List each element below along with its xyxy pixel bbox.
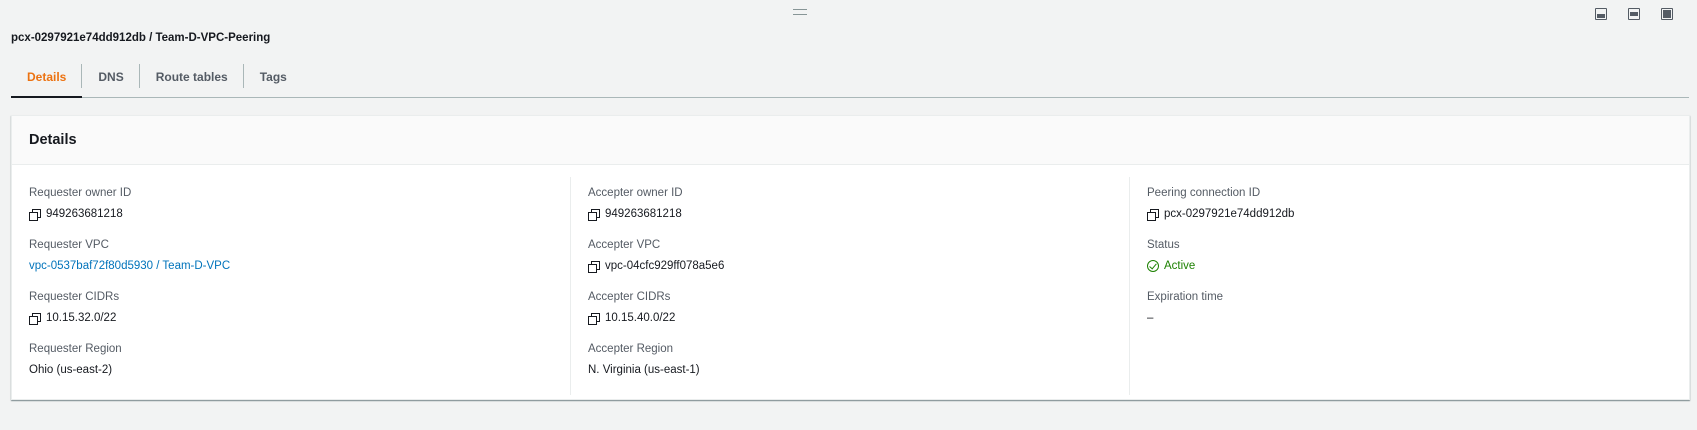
details-card: Details Requester owner ID 949263681218 … — [11, 115, 1690, 400]
field-label: Accepter owner ID — [588, 187, 683, 199]
details-columns: Requester owner ID 949263681218 Requeste… — [12, 165, 1689, 395]
copy-icon[interactable] — [29, 312, 41, 325]
field-label: Requester Region — [29, 343, 122, 355]
field-value: vpc-04cfc929ff078a5e6 — [588, 256, 1112, 276]
requester-region-value: Ohio (us-east-2) — [29, 364, 113, 376]
accepter-region-value: N. Virginia (us-east-1) — [588, 364, 700, 376]
status-value: Active — [1164, 260, 1196, 272]
field-label: Requester CIDRs — [29, 291, 120, 303]
copy-icon[interactable] — [588, 260, 600, 273]
page-title: pcx-0297921e74dd912db / Team-D-VPC-Peeri… — [11, 32, 271, 44]
accepter-vpc-field: Accepter VPC vpc-04cfc929ff078a5e6 — [588, 237, 1112, 274]
tab-dns[interactable]: DNS — [82, 57, 140, 97]
requester-owner-id-field: Requester owner ID 949263681218 — [29, 185, 553, 222]
tab-list: Details DNS Route tables Tags — [11, 57, 1689, 98]
tab-label: Route tables — [155, 70, 228, 84]
field-label: Accepter VPC — [588, 239, 661, 251]
field-label: Accepter CIDRs — [588, 291, 671, 303]
expiration-time-field: Expiration time – — [1147, 289, 1672, 326]
accepter-owner-id-field: Accepter owner ID 949263681218 — [588, 185, 1112, 222]
resize-handle[interactable] — [793, 9, 807, 15]
field-label: Peering connection ID — [1147, 187, 1261, 199]
field-value: 10.15.40.0/22 — [588, 308, 1112, 328]
field-value: 949263681218 — [588, 204, 1112, 224]
status-badge: Active — [1147, 256, 1672, 276]
requester-vpc-field: Requester VPC vpc-0537baf72f80d5930 / Te… — [29, 237, 553, 274]
accepter-region-field: Accepter Region N. Virginia (us-east-1) — [588, 341, 1112, 378]
requester-vpc-link[interactable]: vpc-0537baf72f80d5930 / Team-D-VPC — [29, 256, 553, 276]
tab-details[interactable]: Details — [11, 57, 83, 98]
tab-route-tables[interactable]: Route tables — [140, 57, 244, 97]
accepter-vpc-value: vpc-04cfc929ff078a5e6 — [605, 260, 725, 272]
field-value: 10.15.32.0/22 — [29, 308, 553, 328]
requester-cidrs-field: Requester CIDRs 10.15.32.0/22 — [29, 289, 553, 326]
tab-tags[interactable]: Tags — [244, 57, 303, 97]
expiration-time-value: – — [1147, 312, 1154, 324]
connection-column: Peering connection ID pcx-0297921e74dd91… — [1130, 177, 1689, 395]
field-value: pcx-0297921e74dd912db — [1147, 204, 1672, 224]
card-header: Details — [12, 116, 1689, 165]
peering-connection-id-value: pcx-0297921e74dd912db — [1164, 208, 1295, 220]
field-label: Requester owner ID — [29, 187, 132, 199]
copy-icon[interactable] — [588, 208, 600, 221]
panel-bottom-icon[interactable] — [1595, 8, 1607, 20]
tab-label: DNS — [98, 70, 124, 84]
panel-full-icon[interactable] — [1661, 8, 1673, 20]
accepter-cidrs-value: 10.15.40.0/22 — [605, 312, 676, 324]
copy-icon[interactable] — [29, 208, 41, 221]
requester-column: Requester owner ID 949263681218 Requeste… — [12, 177, 571, 395]
check-circle-icon — [1147, 260, 1159, 272]
accepter-cidrs-field: Accepter CIDRs 10.15.40.0/22 — [588, 289, 1112, 326]
status-field: Status Active — [1147, 237, 1672, 274]
requester-region-field: Requester Region Ohio (us-east-2) — [29, 341, 553, 378]
tab-label: Tags — [259, 70, 287, 84]
copy-icon[interactable] — [588, 312, 600, 325]
field-value: 949263681218 — [29, 204, 553, 224]
accepter-column: Accepter owner ID 949263681218 Accepter … — [571, 177, 1130, 395]
requester-cidrs-value: 10.15.32.0/22 — [46, 312, 117, 324]
field-label: Accepter Region — [588, 343, 674, 355]
requester-owner-id-value: 949263681218 — [46, 208, 123, 220]
panel-layout-controls — [1595, 8, 1673, 20]
accepter-owner-id-value: 949263681218 — [605, 208, 682, 220]
field-label: Expiration time — [1147, 291, 1224, 303]
field-label: Requester VPC — [29, 239, 109, 251]
tab-label: Details — [27, 70, 67, 84]
copy-icon[interactable] — [1147, 208, 1159, 221]
panel-side-icon[interactable] — [1628, 8, 1640, 20]
card-title: Details — [29, 132, 77, 148]
field-label: Status — [1147, 239, 1180, 251]
peering-connection-id-field: Peering connection ID pcx-0297921e74dd91… — [1147, 185, 1672, 222]
